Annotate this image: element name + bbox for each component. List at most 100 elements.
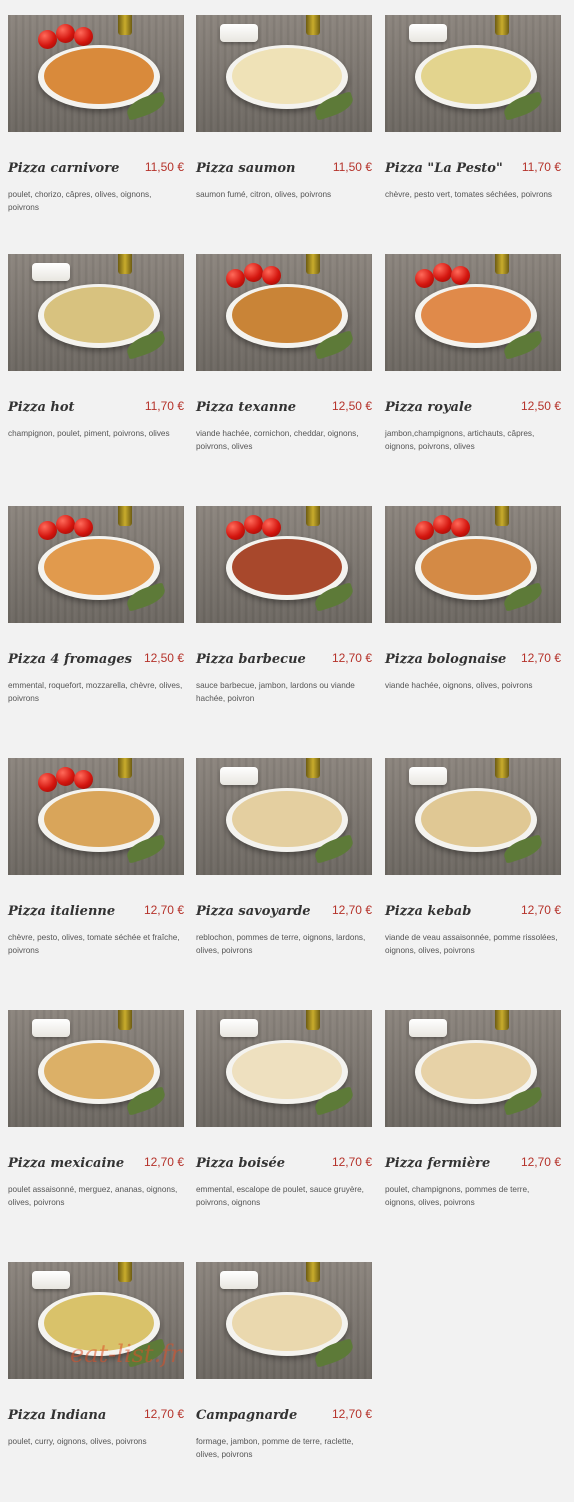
item-description: jambon,champignons, artichauts, câpres, …	[385, 429, 535, 451]
tomato-decor	[74, 518, 93, 537]
item-description: champignon, poulet, piment, poivrons, ol…	[8, 429, 170, 438]
sauce-dish-decor	[409, 24, 447, 42]
item-price: 12,70 €	[143, 1155, 184, 1169]
pizza-image	[44, 48, 154, 104]
menu-item-card[interactable]: Pizza savoyarde 12,70 € reblochon, pommes …	[196, 758, 372, 998]
pizza-photo[interactable]	[196, 1010, 372, 1127]
item-price: 12,70 €	[143, 1407, 184, 1421]
item-price: 12,70 €	[331, 651, 372, 665]
pizza-photo[interactable]	[196, 506, 372, 623]
oil-bottle-decor	[118, 15, 132, 35]
menu-item-card[interactable]: Pizza italienne 12,70 € chèvre, pesto, oli…	[8, 758, 184, 998]
item-price: 12,70 €	[331, 1155, 372, 1169]
tomato-decor	[38, 30, 57, 49]
tomato-decor	[244, 515, 263, 534]
menu-item-card[interactable]: Pizza mexicaine 12,70 € poulet assaisonné,…	[8, 1010, 184, 1250]
pizza-image	[44, 539, 154, 595]
pizza-image	[421, 287, 531, 343]
item-name: Pizza 4 fromages	[8, 652, 132, 667]
pizza-image	[421, 1043, 531, 1099]
item-name: Pizza barbecue	[196, 652, 306, 667]
oil-bottle-decor	[495, 15, 509, 35]
pizza-photo[interactable]	[8, 1010, 184, 1127]
sauce-dish-decor	[32, 263, 70, 281]
sauce-dish-decor	[220, 1019, 258, 1037]
pizza-image	[232, 287, 342, 343]
menu-item-card[interactable]: Pizza Indiana 12,70 € poulet, curry, oigno…	[8, 1262, 184, 1502]
item-name: Pizza savoyarde	[196, 904, 311, 919]
pizza-photo[interactable]	[196, 1262, 372, 1379]
menu-item-card[interactable]: Campagnarde 12,70 € formage, jambon, pomme…	[196, 1262, 372, 1502]
item-name: Campagnarde	[196, 1408, 298, 1423]
oil-bottle-decor	[118, 758, 132, 778]
oil-bottle-decor	[118, 254, 132, 274]
item-name: Pizza carnivore	[8, 161, 120, 176]
item-price: 12,70 €	[143, 903, 184, 917]
oil-bottle-decor	[118, 1010, 132, 1030]
oil-bottle-decor	[306, 506, 320, 526]
sauce-dish-decor	[409, 1019, 447, 1037]
item-description: viande hachée, oignons, olives, poivrons	[385, 681, 533, 690]
pizza-image	[232, 791, 342, 847]
pizza-photo[interactable]	[385, 15, 561, 132]
item-name: Pizza bolognaise	[385, 652, 507, 667]
menu-item-card[interactable]: Pizza carnivore 11,50 € poulet, chorizo, c…	[8, 15, 184, 255]
oil-bottle-decor	[495, 758, 509, 778]
item-price: 12,50 €	[331, 399, 372, 413]
item-name: Pizza kebab	[385, 904, 472, 919]
menu-item-card[interactable]: Pizza barbecue 12,70 € sauce barbecue, jam…	[196, 506, 372, 746]
pizza-photo[interactable]	[196, 758, 372, 875]
menu-item-card[interactable]: Pizza fermière 12,70 € poulet, champignons…	[385, 1010, 561, 1250]
tomato-decor	[74, 770, 93, 789]
pizza-image	[421, 539, 531, 595]
item-price: 12,50 €	[520, 399, 561, 413]
menu-item-card[interactable]: Pizza texanne 12,50 € viande hachée, corni…	[196, 254, 372, 494]
item-price: 12,70 €	[331, 1407, 372, 1421]
tomato-decor	[451, 518, 470, 537]
menu-item-card[interactable]: Pizza hot 11,70 € champignon, poulet, pime…	[8, 254, 184, 494]
item-name: Pizza royale	[385, 400, 473, 415]
sauce-dish-decor	[409, 767, 447, 785]
pizza-photo[interactable]	[385, 1010, 561, 1127]
pizza-image	[232, 1043, 342, 1099]
menu-item-card[interactable]: Pizza boisée 12,70 € emmental, escalope de…	[196, 1010, 372, 1250]
menu-item-card[interactable]: Pizza 4 fromages 12,50 € emmental, roquefo…	[8, 506, 184, 746]
item-description: poulet assaisonné, merguez, ananas, oign…	[8, 1185, 178, 1207]
pizza-photo[interactable]	[385, 758, 561, 875]
oil-bottle-decor	[306, 254, 320, 274]
pizza-photo[interactable]	[8, 758, 184, 875]
pizza-photo[interactable]	[8, 506, 184, 623]
oil-bottle-decor	[495, 254, 509, 274]
pizza-photo[interactable]	[196, 15, 372, 132]
menu-item-card[interactable]: Pizza "La Pesto" 11,70 € chèvre, pesto ver…	[385, 15, 561, 255]
pizza-photo[interactable]	[8, 254, 184, 371]
menu-item-card[interactable]: Pizza kebab 12,70 € viande de veau assaiso…	[385, 758, 561, 998]
tomato-decor	[38, 773, 57, 792]
tomato-decor	[433, 515, 452, 534]
item-name: Pizza hot	[8, 400, 75, 415]
item-description: viande de veau assaisonnée, pomme rissol…	[385, 933, 558, 955]
pizza-photo[interactable]	[8, 15, 184, 132]
pizza-photo[interactable]	[196, 254, 372, 371]
oil-bottle-decor	[306, 1010, 320, 1030]
tomato-decor	[451, 266, 470, 285]
item-name: Pizza saumon	[196, 161, 296, 176]
tomato-decor	[226, 269, 245, 288]
tomato-decor	[262, 518, 281, 537]
oil-bottle-decor	[118, 506, 132, 526]
item-price: 11,70 €	[521, 160, 561, 174]
oil-bottle-decor	[306, 1262, 320, 1282]
menu-item-card[interactable]: Pizza bolognaise 12,70 € viande hachée, oi…	[385, 506, 561, 746]
pizza-photo[interactable]	[385, 254, 561, 371]
oil-bottle-decor	[118, 1262, 132, 1282]
menu-item-card[interactable]: Pizza royale 12,50 € jambon,champignons, a…	[385, 254, 561, 494]
item-description: formage, jambon, pomme de terre, raclett…	[196, 1437, 354, 1459]
pizza-image	[421, 48, 531, 104]
tomato-decor	[244, 263, 263, 282]
item-description: chèvre, pesto vert, tomates séchées, poi…	[385, 190, 553, 199]
item-description: saumon fumé, citron, olives, poivrons	[196, 190, 332, 199]
pizza-photo[interactable]	[385, 506, 561, 623]
pizza-image	[44, 791, 154, 847]
menu-item-card[interactable]: Pizza saumon 11,50 € saumon fumé, citron, …	[196, 15, 372, 255]
tomato-decor	[74, 27, 93, 46]
